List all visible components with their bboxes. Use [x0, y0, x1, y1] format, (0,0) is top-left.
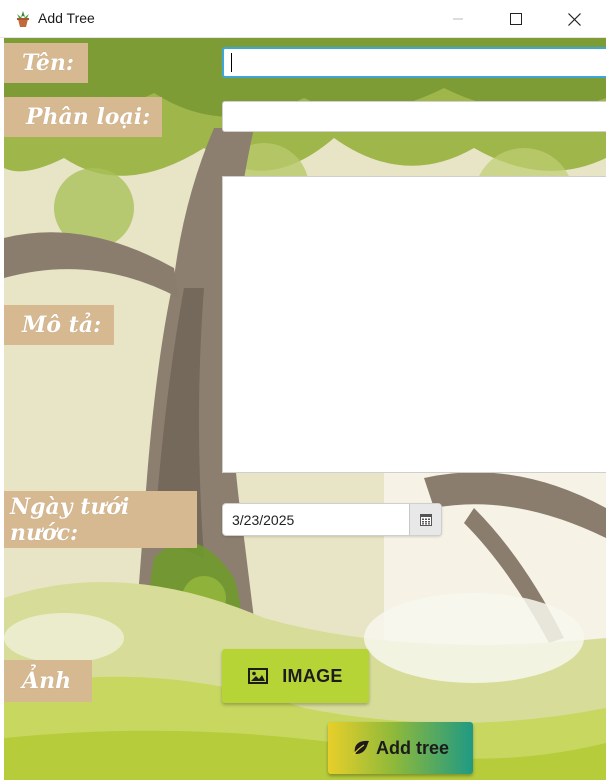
watering-date-value[interactable]: 3/23/2025	[232, 512, 294, 528]
close-icon	[567, 12, 581, 26]
calendar-button[interactable]	[409, 504, 441, 535]
category-label: Phân loại:	[4, 97, 162, 137]
maximize-button[interactable]	[487, 0, 545, 38]
name-input[interactable]	[222, 47, 606, 78]
close-button[interactable]	[545, 0, 603, 38]
image-button-label: IMAGE	[282, 665, 343, 686]
maximize-icon	[510, 13, 522, 25]
watering-date-picker[interactable]: 3/23/2025	[222, 503, 442, 536]
image-icon	[248, 668, 269, 684]
calendar-icon	[419, 513, 432, 526]
minimize-button[interactable]	[429, 0, 487, 38]
image-label: Ảnh	[4, 660, 92, 702]
minimize-icon	[453, 18, 463, 20]
window-title: Add Tree	[38, 10, 95, 26]
name-label: Tên:	[4, 43, 88, 83]
description-textarea[interactable]	[222, 176, 606, 473]
description-label: Mô tả:	[4, 305, 114, 345]
watering-date-label: Ngày tưới nước:	[4, 491, 197, 548]
leaf-icon	[352, 740, 369, 756]
title-bar: Add Tree	[0, 0, 606, 38]
category-input[interactable]	[222, 101, 606, 132]
add-tree-button[interactable]: Add tree	[328, 722, 473, 774]
text-caret	[231, 53, 232, 72]
add-tree-button-label: Add tree	[375, 737, 449, 758]
plant-app-icon	[17, 11, 29, 27]
choose-image-button[interactable]: IMAGE	[222, 649, 369, 703]
